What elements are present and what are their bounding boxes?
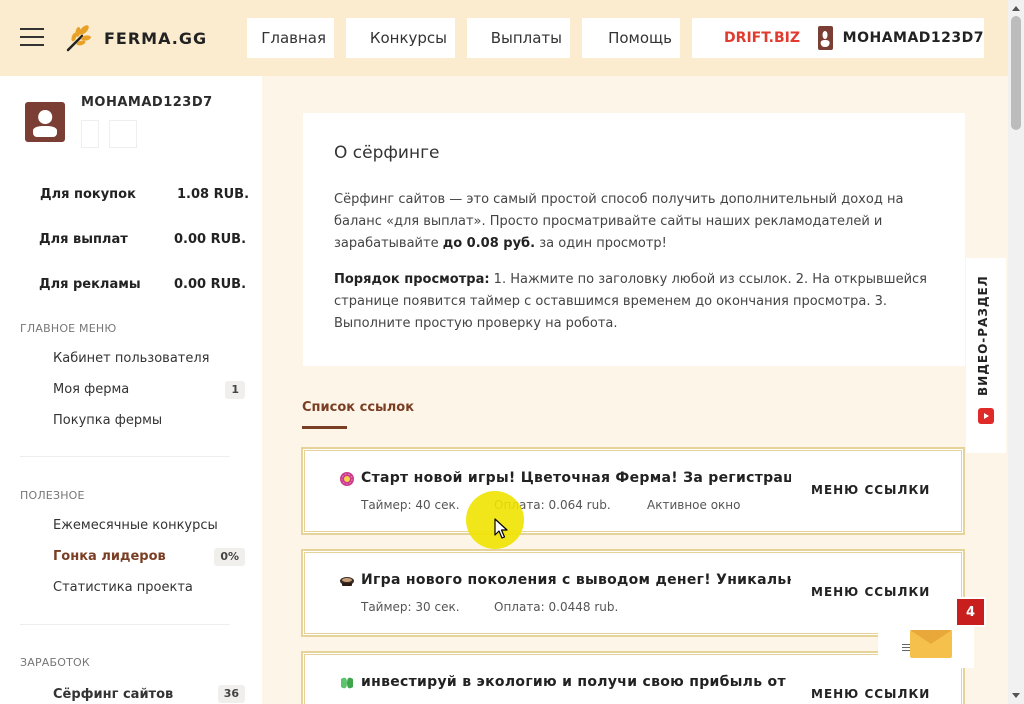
section-title-earnings: ЗАРАБОТОК xyxy=(20,656,90,669)
scroll-thumb[interactable] xyxy=(1011,16,1021,130)
balance-purchases: Для покупок 1.08 RUB. xyxy=(0,187,262,207)
video-section-label: ВИДЕО-РАЗДЕЛ xyxy=(976,275,990,396)
sidebar-item-leaders-race[interactable]: Гонка лидеров xyxy=(53,549,166,564)
balance-value: 0.00 RUB. xyxy=(174,232,247,247)
envelope-icon xyxy=(910,630,952,658)
balance-payouts: Для выплат 0.00 RUB. xyxy=(0,232,262,252)
link-title[interactable]: Старт новой игры! Цветочная Ферма! За ре… xyxy=(361,470,791,486)
about-surfing-card: О сёрфинге Сёрфинг сайтов — это самый пр… xyxy=(303,113,965,366)
nav-payouts[interactable]: Выплаты xyxy=(467,18,570,58)
link-title[interactable]: Игра нового поколения с выводом денег! У… xyxy=(361,572,791,588)
percent-badge: 0% xyxy=(214,548,245,566)
sidebar-item-contests[interactable]: Ежемесячные конкурсы xyxy=(53,518,218,533)
balance-value: 1.08 RUB. xyxy=(177,187,250,202)
sidebar-item-surfing[interactable]: Сёрфинг сайтов xyxy=(53,687,173,702)
sidebar: MOHAMAD123D7 Для покупок 1.08 RUB. Для в… xyxy=(0,76,262,704)
link-menu-button[interactable]: МЕНЮ ССЫЛКИ xyxy=(811,483,930,497)
about-title: О сёрфинге xyxy=(334,143,440,163)
profile-slot-2[interactable] xyxy=(109,120,137,148)
section-title-main: ГЛАВНОЕ МЕНЮ xyxy=(20,322,117,335)
divider xyxy=(20,456,230,457)
balance-ads: Для рекламы 0.00 RUB. xyxy=(0,277,262,297)
scroll-up-icon[interactable] xyxy=(1012,6,1020,11)
profile-slot-1[interactable] xyxy=(81,120,99,148)
notification-badge: 4 xyxy=(955,597,986,627)
about-paragraph-1: Сёрфинг сайтов — это самый простой спосо… xyxy=(334,192,904,251)
link-window-type: Активное окно xyxy=(647,498,741,512)
menu-icon[interactable] xyxy=(20,28,44,46)
user-menu-button[interactable]: MOHAMAD123D7 xyxy=(808,18,984,58)
nav-contests[interactable]: Конкурсы xyxy=(346,18,455,58)
site-logo[interactable]: FERMA.GG xyxy=(64,22,207,54)
user-avatar[interactable] xyxy=(25,102,65,142)
about-paragraph-2: Порядок просмотра: 1. Нажмите по заголов… xyxy=(334,272,927,331)
header-username: MOHAMAD123D7 xyxy=(842,30,984,46)
link-card[interactable]: инвестируй в экологию и получи свою приб… xyxy=(301,651,965,704)
eco-icon xyxy=(339,675,355,691)
sidebar-item-buy-farm[interactable]: Покупка фермы xyxy=(53,413,162,428)
link-menu-button[interactable]: МЕНЮ ССЫЛКИ xyxy=(811,687,930,701)
count-badge: 1 xyxy=(225,381,245,399)
link-timer: Таймер: 40 сек. xyxy=(361,498,460,512)
sidebar-item-cabinet[interactable]: Кабинет пользователя xyxy=(53,351,209,366)
nav-home[interactable]: Главная xyxy=(247,18,334,58)
top-header: FERMA.GG Главная Конкурсы Выплаты Помощь… xyxy=(0,0,1008,76)
tab-underline xyxy=(302,426,347,429)
nav-help[interactable]: Помощь xyxy=(582,18,680,58)
flower-icon xyxy=(339,471,355,487)
sidebar-username: MOHAMAD123D7 xyxy=(81,95,213,110)
chat-widget[interactable] xyxy=(878,622,974,668)
sidebar-item-stats[interactable]: Статистика проекта xyxy=(53,580,193,595)
link-card[interactable]: Старт новой игры! Цветочная Ферма! За ре… xyxy=(301,447,965,535)
link-timer: Таймер: 30 сек. xyxy=(361,600,460,614)
bowl-icon xyxy=(339,573,355,589)
cursor-arrow-icon xyxy=(494,518,508,539)
count-badge: 36 xyxy=(217,685,245,703)
link-menu-button[interactable]: МЕНЮ ССЫЛКИ xyxy=(811,585,930,599)
balance-value: 0.00 RUB. xyxy=(174,277,247,292)
link-card[interactable]: Игра нового поколения с выводом денег! У… xyxy=(301,549,965,637)
divider xyxy=(20,624,230,625)
link-title[interactable]: инвестируй в экологию и получи свою приб… xyxy=(361,674,791,690)
nav-drift-biz[interactable]: DRIFT.BIZ xyxy=(692,18,808,58)
link-payment: Оплата: 0.0448 rub. xyxy=(494,600,619,614)
tab-links-list[interactable]: Список ссылок xyxy=(302,400,414,415)
balance-label: Для покупок xyxy=(40,187,136,202)
balance-label: Для выплат xyxy=(39,232,128,247)
page-scrollbar[interactable] xyxy=(1008,0,1024,704)
sidebar-item-my-farm[interactable]: Моя ферма xyxy=(53,382,129,397)
avatar xyxy=(818,26,833,50)
balance-label: Для рекламы xyxy=(39,277,141,292)
scroll-down-icon[interactable] xyxy=(1012,693,1020,698)
wheat-icon xyxy=(66,25,91,52)
video-section-tab[interactable]: ВИДЕО-РАЗДЕЛ xyxy=(966,258,1006,453)
logo-text: FERMA.GG xyxy=(104,28,208,48)
video-play-icon xyxy=(978,408,994,424)
section-title-useful: ПОЛЕЗНОЕ xyxy=(20,489,85,502)
